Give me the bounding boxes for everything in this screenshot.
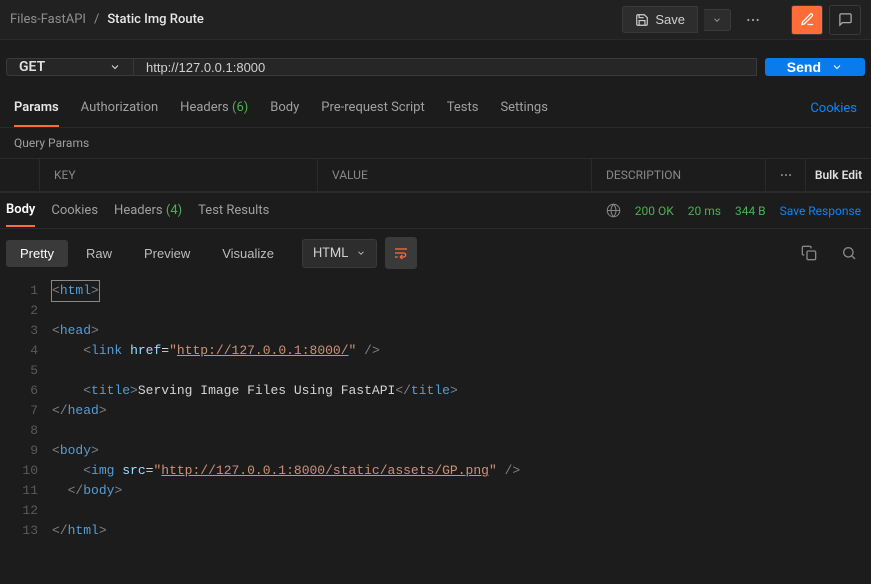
query-params-title: Query Params xyxy=(0,128,871,158)
view-visualize[interactable]: Visualize xyxy=(208,240,288,267)
response-status-area: 200 OK 20 ms 344 B Save Response xyxy=(606,203,861,218)
breadcrumb-sep: / xyxy=(94,12,99,27)
status-time: 20 ms xyxy=(688,204,721,218)
code-line-12: 12 xyxy=(0,501,871,521)
code-line-2: 2 xyxy=(0,301,871,321)
params-checkbox-all[interactable] xyxy=(0,159,40,191)
search-icon xyxy=(841,245,857,261)
chevron-down-icon xyxy=(356,248,366,258)
viewer-bar: Pretty Raw Preview Visualize HTML xyxy=(0,228,871,277)
code-line-4: 4 <link href="http://127.0.0.1:8000/" /> xyxy=(0,341,871,361)
wrap-icon xyxy=(393,245,409,261)
tab-settings[interactable]: Settings xyxy=(500,90,547,127)
copy-response-button[interactable] xyxy=(793,237,825,269)
code-line-11: 11 </body> xyxy=(0,481,871,501)
save-dropdown[interactable] xyxy=(704,9,731,31)
save-response-label: Save Response xyxy=(780,204,861,218)
params-table-header: KEY VALUE DESCRIPTION Bulk Edit xyxy=(0,158,871,192)
chevron-down-icon xyxy=(712,15,722,25)
top-actions: Save xyxy=(622,5,861,35)
pencil-icon xyxy=(800,12,815,27)
resp-tab-test-results[interactable]: Test Results xyxy=(198,195,269,226)
comment-button[interactable] xyxy=(829,5,861,35)
params-header-description: DESCRIPTION xyxy=(592,159,765,191)
response-tabs-left: Body Cookies Headers (4) Test Results xyxy=(6,194,269,227)
view-raw[interactable]: Raw xyxy=(72,240,126,267)
more-options-button[interactable] xyxy=(737,5,769,35)
save-response-button[interactable]: Save Response xyxy=(780,204,861,218)
url-input[interactable] xyxy=(134,58,757,76)
bulk-edit-button[interactable]: Bulk Edit xyxy=(805,159,871,191)
search-response-button[interactable] xyxy=(833,237,865,269)
chevron-down-icon xyxy=(831,61,843,73)
status-code: 200 OK xyxy=(635,204,674,218)
dots-horizontal-icon xyxy=(779,168,793,182)
copy-icon xyxy=(801,245,817,261)
params-more-button[interactable] xyxy=(765,159,805,191)
code-line-10: 10 <img src="http://127.0.0.1:8000/stati… xyxy=(0,461,871,481)
response-tabs: Body Cookies Headers (4) Test Results 20… xyxy=(0,192,871,228)
language-label: HTML xyxy=(313,246,348,261)
breadcrumb: Files-FastAPI / Static Img Route xyxy=(10,12,204,27)
language-select[interactable]: HTML xyxy=(302,239,377,268)
code-line-13: 13</html> xyxy=(0,521,871,541)
cookies-link[interactable]: Cookies xyxy=(810,101,857,116)
response-code[interactable]: 1<html> 2 3<head> 4 <link href="http://1… xyxy=(0,277,871,545)
code-line-5: 5 xyxy=(0,361,871,381)
breadcrumb-current[interactable]: Static Img Route xyxy=(107,12,204,27)
request-tabs-left: Params Authorization Headers (6) Body Pr… xyxy=(14,90,548,127)
tab-headers-count: (6) xyxy=(232,100,248,115)
code-line-9: 9<body> xyxy=(0,441,871,461)
save-icon xyxy=(635,13,649,27)
resp-tab-headers-label: Headers xyxy=(114,203,163,218)
resp-tab-headers-count: (4) xyxy=(166,203,182,218)
status-size: 344 B xyxy=(735,204,766,218)
network-icon[interactable] xyxy=(606,203,621,218)
tab-body[interactable]: Body xyxy=(270,90,299,127)
save-label: Save xyxy=(655,12,685,27)
comment-icon xyxy=(838,12,853,27)
save-button[interactable]: Save xyxy=(622,6,698,33)
resp-tab-body[interactable]: Body xyxy=(6,194,35,227)
tab-headers-label: Headers xyxy=(180,100,229,115)
code-line-7: 7</head> xyxy=(0,401,871,421)
view-preview[interactable]: Preview xyxy=(130,240,204,267)
tab-authorization[interactable]: Authorization xyxy=(81,90,159,127)
tab-prerequest[interactable]: Pre-request Script xyxy=(321,90,424,127)
method-label: GET xyxy=(19,59,45,75)
request-bar: GET Send xyxy=(0,40,871,90)
tab-params[interactable]: Params xyxy=(14,90,59,127)
request-tabs: Params Authorization Headers (6) Body Pr… xyxy=(0,90,871,128)
top-bar: Files-FastAPI / Static Img Route Save xyxy=(0,0,871,40)
tab-tests[interactable]: Tests xyxy=(447,90,479,127)
wrap-lines-button[interactable] xyxy=(385,237,417,269)
send-button[interactable]: Send xyxy=(765,58,865,76)
resp-tab-cookies[interactable]: Cookies xyxy=(51,195,98,226)
view-pretty[interactable]: Pretty xyxy=(6,240,68,267)
params-header-value: VALUE xyxy=(318,159,592,191)
send-label: Send xyxy=(787,59,821,75)
chevron-down-icon xyxy=(109,61,121,73)
tab-headers[interactable]: Headers (6) xyxy=(180,90,248,127)
breadcrumb-parent[interactable]: Files-FastAPI xyxy=(10,12,86,27)
method-select[interactable]: GET xyxy=(6,58,134,76)
code-line-1: 1<html> xyxy=(0,281,871,301)
resp-tab-headers[interactable]: Headers (4) xyxy=(114,195,182,226)
code-line-3: 3<head> xyxy=(0,321,871,341)
params-header-key: KEY xyxy=(40,159,318,191)
code-line-8: 8 xyxy=(0,421,871,441)
dots-horizontal-icon xyxy=(745,12,761,28)
edit-button[interactable] xyxy=(791,5,823,35)
code-line-6: 6 <title>Serving Image Files Using FastA… xyxy=(0,381,871,401)
